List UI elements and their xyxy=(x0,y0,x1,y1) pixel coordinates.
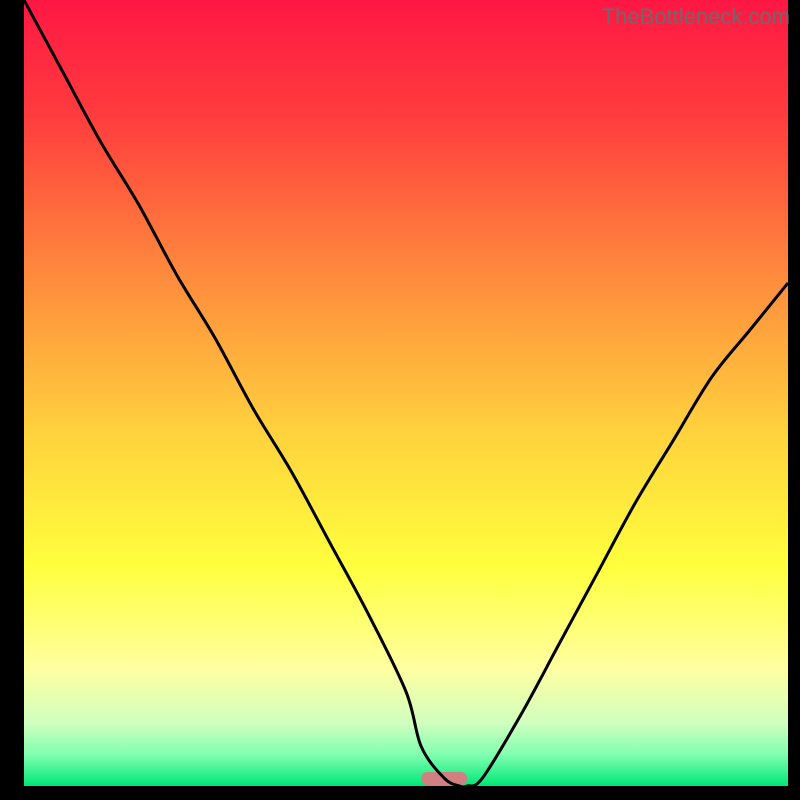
chart-svg xyxy=(0,0,800,800)
attribution-text: TheBottleneck.com xyxy=(602,4,790,30)
plot-background xyxy=(24,0,788,786)
bottleneck-chart: TheBottleneck.com xyxy=(0,0,800,800)
